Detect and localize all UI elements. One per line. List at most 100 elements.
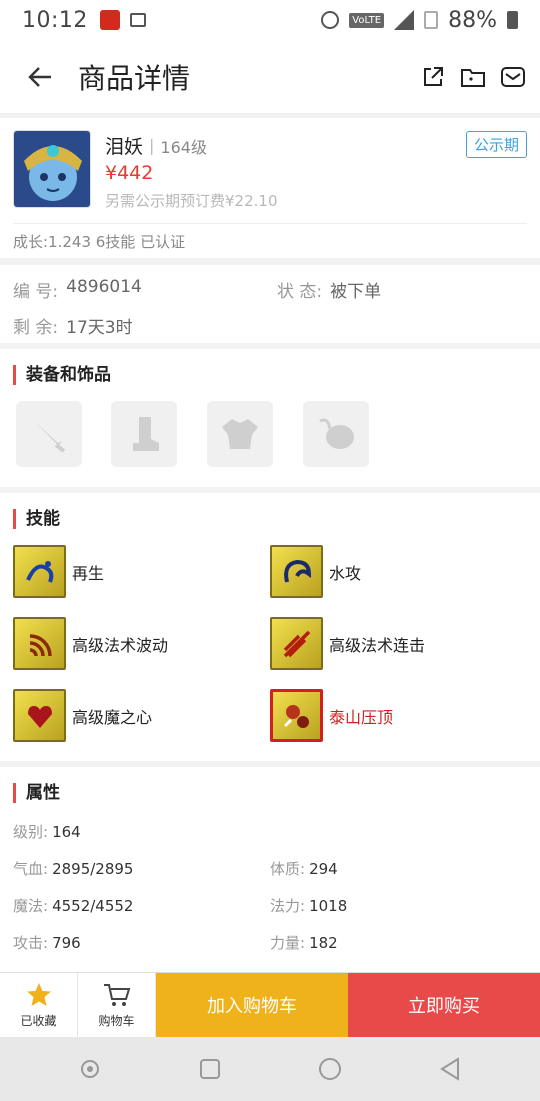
folder-icon xyxy=(461,68,485,87)
spell-combo-skill-icon xyxy=(270,617,323,670)
attr-magic-power: 法力: 1018 xyxy=(270,895,347,916)
armor-slot[interactable] xyxy=(207,401,273,467)
mountain-crush-skill-icon xyxy=(270,689,323,742)
weapon-slot[interactable] xyxy=(16,401,82,467)
info-section: 编 号: 4896014 状 态: 被下单 剩 余: 17天3时 xyxy=(0,265,540,343)
alarm-icon xyxy=(321,11,340,29)
skill-item[interactable]: 高级魔之心 xyxy=(13,689,152,742)
collect-folder-button[interactable] xyxy=(458,62,488,92)
skill-item[interactable]: 高级法术连击 xyxy=(270,617,425,670)
accessory-slot[interactable] xyxy=(303,401,369,467)
character-avatar xyxy=(13,130,91,208)
star-icon xyxy=(26,982,51,1006)
skill-item[interactable]: 再生 xyxy=(13,545,104,598)
character-level: 164级 xyxy=(160,137,207,157)
battery-percent: 88% xyxy=(448,7,497,33)
buy-now-button[interactable]: 立即购买 xyxy=(348,973,540,1037)
square-icon xyxy=(200,1059,220,1079)
share-icon xyxy=(424,66,443,86)
status-badge: 公示期 xyxy=(465,131,527,158)
attr-label: 攻击: xyxy=(13,934,49,952)
skill-name: 高级魔之心 xyxy=(72,707,153,727)
cart-label: 购物车 xyxy=(98,1013,135,1028)
equipment-section: 装备和饰品 xyxy=(0,349,540,487)
water-attack-skill-icon xyxy=(270,545,323,598)
status-bar: 10:12 VoLTE 88% xyxy=(0,0,540,40)
weapon-icon xyxy=(34,421,66,453)
attr-value: 182 xyxy=(309,934,338,952)
message-button[interactable] xyxy=(498,62,528,92)
status-row: 状 态: 被下单 xyxy=(277,277,381,302)
circle-icon xyxy=(319,1058,341,1080)
bottom-action-bar: 已收藏 购物车 加入购物车 立即购买 xyxy=(0,972,540,1037)
name-separator: | xyxy=(149,136,155,155)
attr-label: 体质: xyxy=(270,860,306,878)
system-back-button[interactable] xyxy=(435,1054,465,1084)
assistant-button[interactable] xyxy=(75,1054,105,1084)
boots-slot[interactable] xyxy=(111,401,177,467)
attr-constitution: 体质: 294 xyxy=(270,858,338,879)
skill-item[interactable]: 水攻 xyxy=(270,545,361,598)
status-value: 被下单 xyxy=(330,282,382,302)
remaining-value: 17天3时 xyxy=(66,318,133,338)
character-portrait xyxy=(14,131,90,207)
attr-label: 力量: xyxy=(270,934,306,952)
recents-button[interactable] xyxy=(195,1054,225,1084)
skill-item[interactable]: 泰山压顶 xyxy=(270,689,393,742)
accessory-icon xyxy=(319,418,354,449)
share-button[interactable] xyxy=(418,62,448,92)
dot-circle-icon xyxy=(81,1060,99,1078)
add-to-cart-button[interactable]: 加入购物车 xyxy=(156,973,348,1037)
divider xyxy=(13,223,527,224)
spell-wave-skill-icon xyxy=(13,617,66,670)
character-name: 泪妖 xyxy=(105,136,144,158)
attr-label: 法力: xyxy=(270,897,306,915)
id-row: 编 号: 4896014 xyxy=(13,277,142,302)
growth-info: 成长:1.243 6技能 已认证 xyxy=(13,233,186,251)
no-sim-icon xyxy=(424,11,439,29)
id-label: 编 号: xyxy=(13,282,59,302)
attr-value: 2895/2895 xyxy=(52,860,134,878)
skill-name: 再生 xyxy=(72,563,105,583)
skill-name: 泰山压顶 xyxy=(329,707,394,727)
skill-name: 高级法术连击 xyxy=(329,635,426,655)
attributes-section: 属性 级别: 164 气血: 2895/2895 体质: 294 魔法: 4552/45… xyxy=(0,767,540,977)
system-navigation-bar xyxy=(0,1037,540,1101)
armor-icon xyxy=(222,419,258,449)
status-time: 10:12 xyxy=(22,7,88,33)
cart-button[interactable]: 购物车 xyxy=(78,973,156,1037)
triangle-back-icon xyxy=(440,1057,459,1081)
volte-icon: VoLTE xyxy=(349,12,385,28)
attr-value: 164 xyxy=(52,823,81,841)
attr-label: 级别: xyxy=(13,823,49,841)
attr-level: 级别: 164 xyxy=(13,821,81,842)
skill-item[interactable]: 高级法术波动 xyxy=(13,617,168,670)
status-label: 状 态: xyxy=(277,282,323,302)
attr-value: 796 xyxy=(52,934,81,952)
id-value: 4896014 xyxy=(66,277,142,297)
image-notification-icon xyxy=(129,13,146,27)
boots-icon xyxy=(133,417,159,451)
attr-strength: 力量: 182 xyxy=(270,932,338,953)
favorite-button[interactable]: 已收藏 xyxy=(0,973,78,1037)
back-button[interactable] xyxy=(10,47,70,107)
skills-title: 技能 xyxy=(13,509,60,529)
regenerate-skill-icon xyxy=(13,545,66,598)
page-title: 商品详情 xyxy=(78,61,191,95)
product-card: 泪妖 | 164级 公示期 ¥442 另需公示期预订费¥22.10 成长:1.2… xyxy=(0,118,540,258)
attr-attack: 攻击: 796 xyxy=(13,932,81,953)
app-notification-icon xyxy=(99,10,120,30)
attr-hp: 气血: 2895/2895 xyxy=(13,858,133,879)
remaining-label: 剩 余: xyxy=(13,318,59,338)
price: ¥442 xyxy=(105,162,154,184)
battery-icon xyxy=(507,11,518,29)
arrow-left-icon xyxy=(28,66,51,87)
demon-heart-skill-icon xyxy=(13,689,66,742)
attr-mp: 魔法: 4552/4552 xyxy=(13,895,133,916)
reservation-fee-note: 另需公示期预订费¥22.10 xyxy=(105,192,278,210)
mail-icon xyxy=(501,66,525,87)
cart-icon xyxy=(103,983,130,1006)
attr-value: 1018 xyxy=(309,897,348,915)
attr-value: 294 xyxy=(309,860,338,878)
home-button[interactable] xyxy=(315,1054,345,1084)
